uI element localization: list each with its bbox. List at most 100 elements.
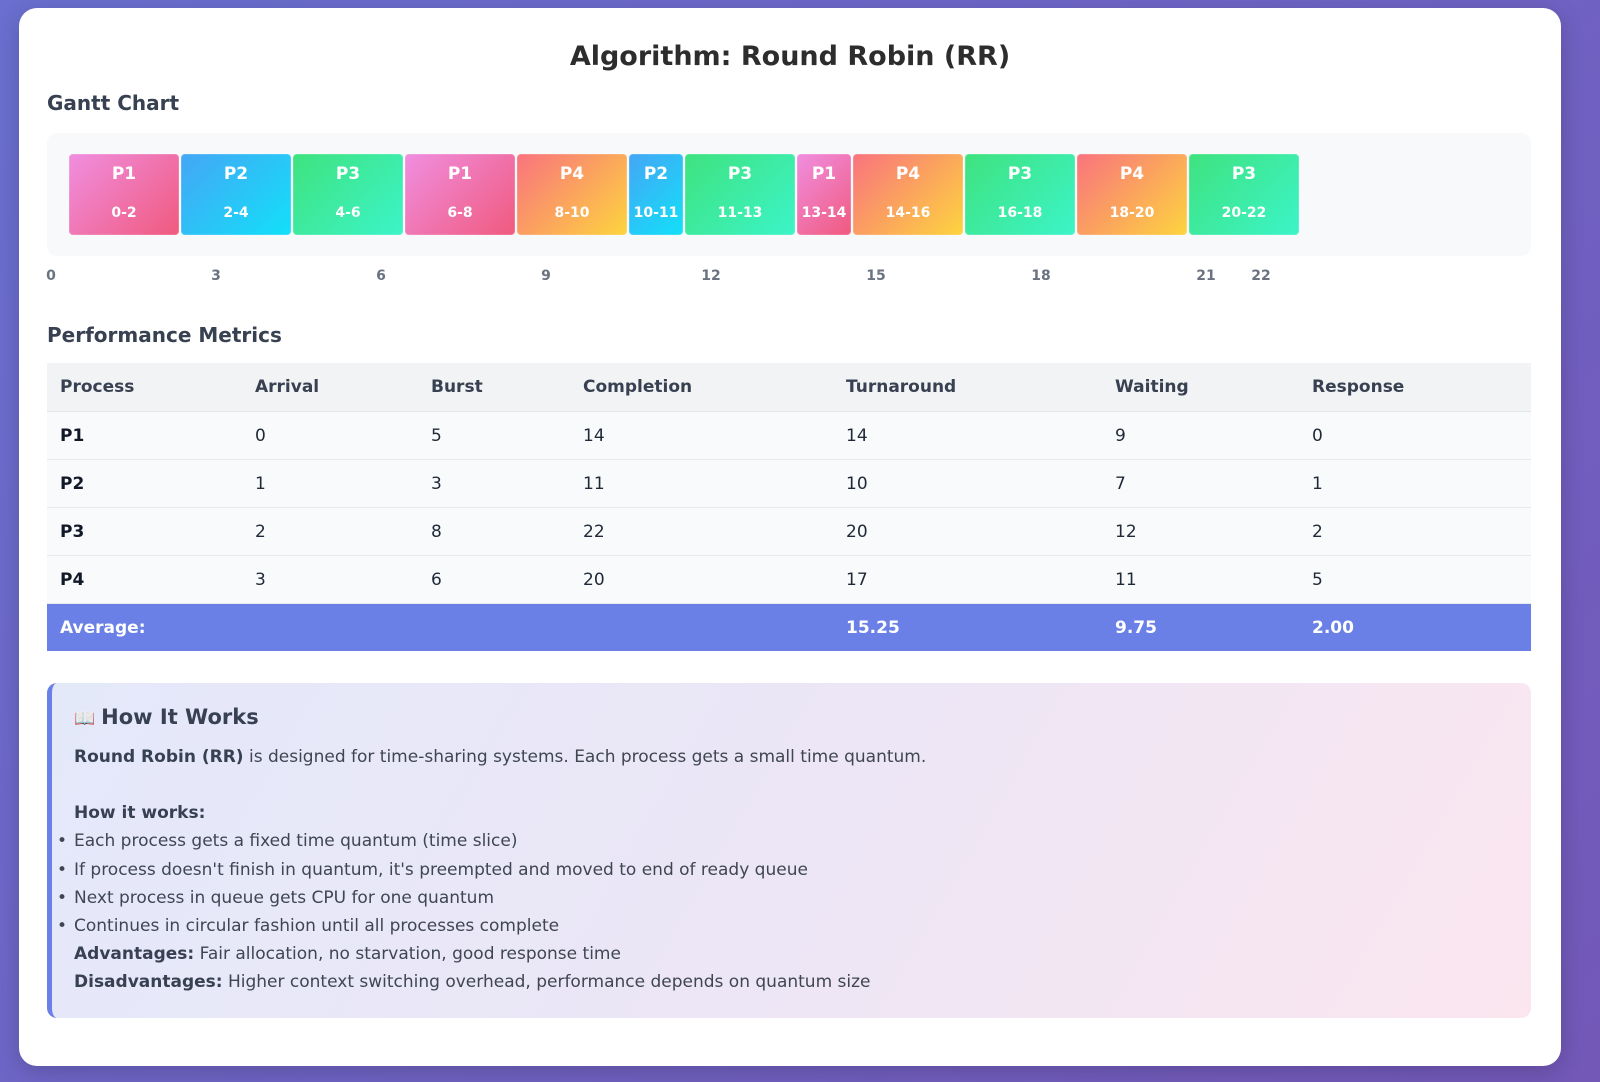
gantt-block-p4: P4 8-10 (517, 154, 627, 235)
disadvantages-text: Higher context switching overhead, perfo… (222, 972, 871, 992)
gantt-block-process: P1 (811, 164, 837, 184)
gantt-block-p3: P3 20-22 (1189, 154, 1299, 235)
cell-response: 2 (1299, 507, 1531, 556)
gantt-block-range: 4-6 (335, 205, 361, 221)
gantt-block-process: P3 (1231, 164, 1257, 184)
table-row: P2 1 3 11 10 7 1 (47, 459, 1531, 508)
gantt-block-p3: P3 16-18 (965, 154, 1075, 235)
gantt-chart: P1 0-2 P2 2-4 P3 4-6 P1 6-8 P4 8-10 P2 10-11 P3 11-13… (47, 133, 1531, 256)
intro-description: is designed for time-sharing systems. Ea… (243, 747, 927, 767)
average-label: Average: (47, 603, 833, 651)
time-tick: 18 (1031, 268, 1051, 284)
cell-turnaround: 17 (833, 555, 1102, 604)
gantt-block-range: 18-20 (1109, 205, 1155, 221)
time-tick: 15 (866, 268, 886, 284)
time-tick: 0 (46, 268, 56, 284)
gantt-block-process: P3 (727, 164, 753, 184)
table-row: P1 0 5 14 14 9 0 (47, 411, 1531, 460)
gantt-block-process: P2 (643, 164, 669, 184)
cell-completion: 14 (570, 411, 833, 460)
gantt-block-process: P2 (223, 164, 249, 184)
gantt-block-range: 20-22 (1221, 205, 1267, 221)
time-tick: 9 (541, 268, 551, 284)
time-tick: 22 (1251, 268, 1271, 284)
gantt-block-process: P4 (1119, 164, 1145, 184)
how-it-works-panel: 📖 How It Works Round Robin (RR) is design… (47, 683, 1531, 1018)
cell-process: P2 (47, 459, 242, 508)
how-label-text: How it works: (74, 803, 206, 823)
how-label: How it works: (74, 803, 205, 823)
table-row: P3 2 8 22 20 12 2 (47, 507, 1531, 556)
gantt-block-p1: P1 13-14 (797, 154, 851, 235)
how-it-works-heading: 📖 How It Works (74, 705, 259, 729)
table-row: P4 3 6 20 17 11 5 (47, 555, 1531, 604)
cell-process: P4 (47, 555, 242, 604)
advantages-line: Advantages: Fair allocation, no starvati… (74, 944, 621, 964)
column-header-turnaround: Turnaround (833, 363, 1102, 412)
cell-response: 5 (1299, 555, 1531, 604)
cell-waiting: 7 (1102, 459, 1299, 508)
column-header-waiting: Waiting (1102, 363, 1299, 412)
gantt-block-range: 8-10 (554, 205, 590, 221)
cell-waiting: 11 (1102, 555, 1299, 604)
gantt-block-p4: P4 14-16 (853, 154, 963, 235)
time-tick: 3 (211, 268, 221, 284)
cell-waiting: 12 (1102, 507, 1299, 556)
gantt-block-p3: P3 11-13 (685, 154, 795, 235)
cell-turnaround: 10 (833, 459, 1102, 508)
cell-burst: 6 (418, 555, 570, 604)
cell-turnaround: 14 (833, 411, 1102, 460)
gantt-block-process: P4 (559, 164, 585, 184)
time-tick: 12 (701, 268, 721, 284)
gantt-block-range: 14-16 (885, 205, 931, 221)
column-header-response: Response (1299, 363, 1531, 412)
cell-response: 0 (1299, 411, 1531, 460)
how-it-works-title: How It Works (101, 705, 259, 729)
list-item: Continues in circular fashion until all … (57, 916, 559, 936)
cell-burst: 8 (418, 507, 570, 556)
gantt-block-range: 13-14 (801, 205, 847, 221)
gantt-block-range: 16-18 (997, 205, 1043, 221)
cell-completion: 11 (570, 459, 833, 508)
gantt-block-process: P1 (447, 164, 473, 184)
gantt-block-process: P3 (1007, 164, 1033, 184)
list-item: Each process gets a fixed time quantum (… (57, 831, 518, 851)
disadvantages-label: Disadvantages: (74, 972, 223, 992)
cell-waiting: 9 (1102, 411, 1299, 460)
cell-process: P3 (47, 507, 242, 556)
column-header-arrival: Arrival (242, 363, 418, 412)
metrics-header-row: Process Arrival Burst Completion Turnaro… (47, 363, 1531, 412)
main-card: Algorithm: Round Robin (RR) Gantt Chart … (19, 8, 1561, 1066)
list-item: Next process in queue gets CPU for one q… (57, 888, 494, 908)
metrics-heading: Performance Metrics (47, 323, 282, 347)
cell-response: 1 (1299, 459, 1531, 508)
metrics-table: Process Arrival Burst Completion Turnaro… (47, 363, 1531, 651)
time-tick: 21 (1196, 268, 1216, 284)
gantt-block-range: 2-4 (223, 205, 249, 221)
average-row: Average: 15.25 9.75 2.00 (47, 603, 1531, 651)
cell-completion: 20 (570, 555, 833, 604)
gantt-block-process: P3 (335, 164, 361, 184)
gantt-block-range: 0-2 (111, 205, 137, 221)
cell-arrival: 2 (242, 507, 418, 556)
intro-algorithm-name: Round Robin (RR) (74, 747, 244, 767)
intro-text: Round Robin (RR) is designed for time-sh… (74, 747, 926, 767)
page-title: Algorithm: Round Robin (RR) (569, 41, 1011, 72)
average-turnaround: 15.25 (833, 603, 1102, 651)
gantt-block-range: 11-13 (717, 205, 763, 221)
advantages-text: Fair allocation, no starvation, good res… (194, 944, 621, 964)
cell-arrival: 1 (242, 459, 418, 508)
cell-turnaround: 20 (833, 507, 1102, 556)
column-header-burst: Burst (418, 363, 570, 412)
gantt-block-p4: P4 18-20 (1077, 154, 1187, 235)
gantt-block-p2: P2 10-11 (629, 154, 683, 235)
list-item: If process doesn't finish in quantum, it… (57, 860, 808, 880)
gantt-block-range: 6-8 (447, 205, 473, 221)
book-icon: 📖 (74, 709, 96, 729)
cell-burst: 5 (418, 411, 570, 460)
gantt-block-range: 10-11 (633, 205, 679, 221)
advantages-label: Advantages: (74, 944, 195, 964)
disadvantages-line: Disadvantages: Higher context switching … (74, 972, 871, 992)
cell-arrival: 0 (242, 411, 418, 460)
gantt-block-process: P4 (895, 164, 921, 184)
